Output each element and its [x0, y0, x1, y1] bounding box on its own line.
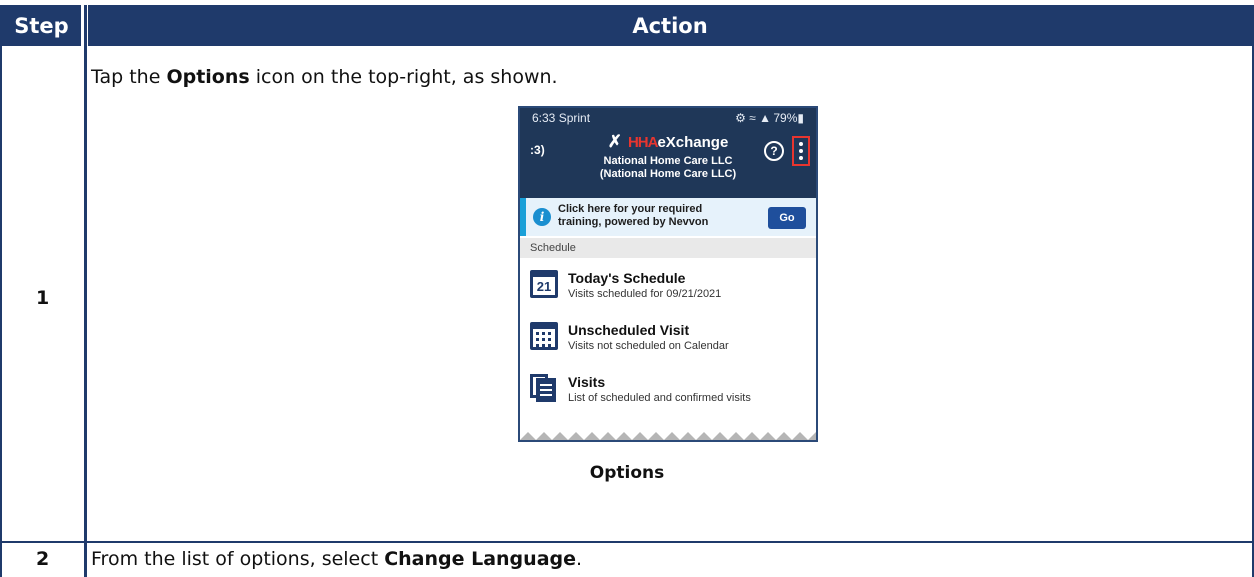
- phone-screenshot: 6:33 Sprint ⚙ ≈ ▲ 79%▮ :3) ✗ HHAeXchange …: [518, 106, 818, 442]
- step-number-2: 2: [36, 548, 50, 570]
- training-banner[interactable]: i Click here for your required training,…: [520, 198, 816, 236]
- person-logo-icon: ✗: [607, 132, 622, 151]
- options-label: Options: [166, 66, 250, 88]
- instruction-table: Step Action 1 Tap the Options icon on th…: [0, 0, 1254, 577]
- item-title: Unscheduled Visit: [568, 322, 690, 338]
- calendar-day-icon: 21: [530, 270, 558, 298]
- step-1-instruction: Tap the Options icon on the top-right, a…: [91, 66, 558, 88]
- column-divider: [84, 5, 87, 577]
- menu-item-unscheduled-visit[interactable]: Unscheduled Visit Visits not scheduled o…: [520, 316, 816, 366]
- change-language-label: Change Language: [384, 548, 576, 570]
- row-divider: [0, 541, 1254, 543]
- go-button[interactable]: Go: [768, 207, 806, 229]
- app-header: 6:33 Sprint ⚙ ≈ ▲ 79%▮ :3) ✗ HHAeXchange …: [520, 108, 816, 198]
- item-subtitle: Visits scheduled for 09/21/2021: [568, 288, 722, 300]
- help-icon[interactable]: ?: [764, 141, 784, 161]
- calendar-grid-icon: [530, 322, 558, 350]
- status-carrier: 6:33 Sprint: [532, 111, 591, 125]
- torn-edge: [520, 432, 816, 440]
- options-menu-icon[interactable]: [792, 136, 810, 166]
- figure-caption: Options: [589, 463, 665, 483]
- status-battery: ⚙ ≈ ▲ 79%▮: [735, 111, 804, 125]
- visits-list-icon: [530, 374, 558, 402]
- item-title: Visits: [568, 374, 606, 390]
- banner-text: Click here for your required training, p…: [558, 203, 709, 228]
- status-bar: 6:33 Sprint ⚙ ≈ ▲ 79%▮: [532, 111, 804, 125]
- step-2-instruction: From the list of options, select Change …: [91, 548, 583, 570]
- section-schedule: Schedule: [520, 238, 816, 258]
- menu-item-todays-schedule[interactable]: 21 Today's Schedule Visits scheduled for…: [520, 264, 816, 314]
- info-icon: i: [533, 208, 551, 226]
- step-number-1: 1: [36, 287, 50, 309]
- item-subtitle: List of scheduled and confirmed visits: [568, 392, 751, 404]
- header-step: Step: [2, 5, 81, 46]
- table-left-border: [0, 5, 2, 577]
- menu-item-visits[interactable]: Visits List of scheduled and confirmed v…: [520, 368, 816, 418]
- item-title: Today's Schedule: [568, 270, 686, 286]
- item-subtitle: Visits not scheduled on Calendar: [568, 340, 729, 352]
- header-action: Action: [88, 5, 1252, 46]
